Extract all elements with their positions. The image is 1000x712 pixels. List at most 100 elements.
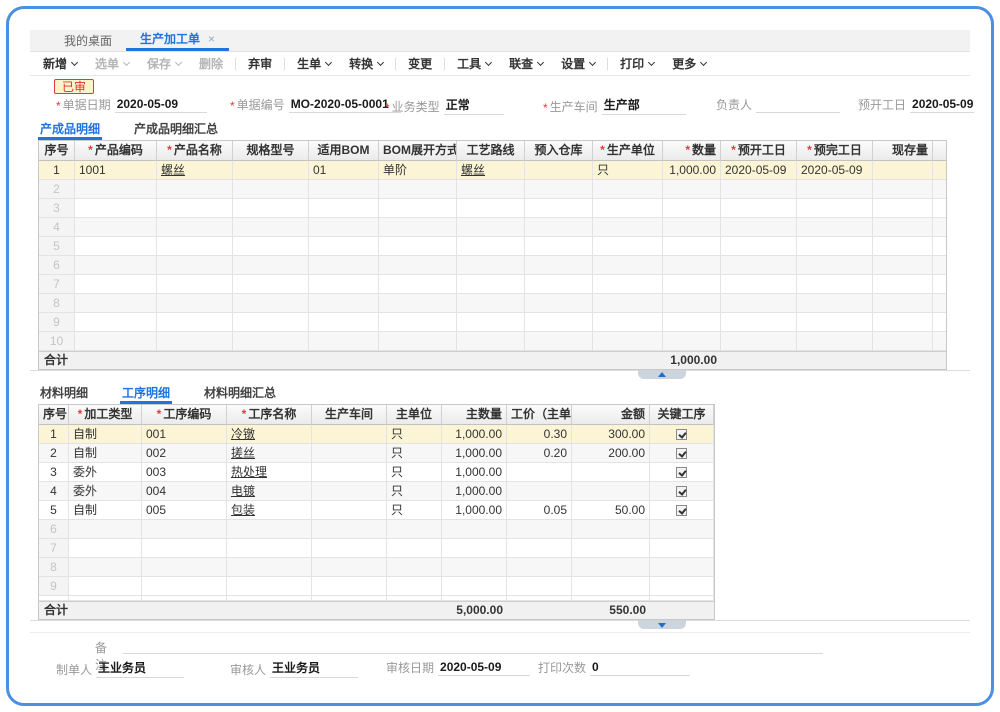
field-value[interactable] [756,98,840,113]
cell[interactable] [69,577,142,596]
tools-button[interactable]: 工具 [457,55,491,72]
cell[interactable]: 2020-05-09 [721,161,797,180]
cell[interactable] [650,501,714,520]
cell[interactable] [75,256,157,275]
cell[interactable] [593,180,663,199]
cell[interactable] [75,180,157,199]
column-header[interactable]: *产品编码 [75,141,157,161]
cell[interactable] [233,180,309,199]
cell[interactable] [650,520,714,539]
cell[interactable] [457,275,525,294]
cell[interactable] [663,180,721,199]
field-value[interactable]: 王业务员 [96,659,184,678]
cell[interactable] [69,539,142,558]
cell[interactable] [593,332,663,351]
cell[interactable] [593,218,663,237]
cell[interactable] [507,558,572,577]
cell[interactable] [312,577,387,596]
field-value[interactable]: 正常 [444,96,504,115]
cell[interactable] [873,313,933,332]
cell[interactable]: 1,000.00 [442,463,507,482]
cell[interactable] [933,199,947,218]
cell[interactable] [650,539,714,558]
cell[interactable] [797,256,873,275]
column-header[interactable]: *工序名称 [227,405,312,425]
cell[interactable] [721,180,797,199]
cell[interactable] [312,539,387,558]
cell[interactable]: 只 [387,482,442,501]
cell[interactable] [663,332,721,351]
row-number-cell[interactable]: 8 [39,294,75,313]
column-header[interactable]: 关键工序 [650,405,714,425]
cell[interactable] [309,218,379,237]
key-process-checkbox[interactable] [676,429,687,440]
cell[interactable] [457,332,525,351]
cell[interactable] [721,313,797,332]
cell[interactable]: 只 [387,444,442,463]
cell[interactable] [933,332,947,351]
field-value[interactable]: 生产部 [602,96,686,115]
cell[interactable] [797,294,873,313]
key-process-checkbox[interactable] [676,486,687,497]
tab-product-summary[interactable]: 产成品明细汇总 [132,118,220,140]
cell[interactable] [227,539,312,558]
cell[interactable] [312,425,387,444]
column-header[interactable]: 适用BOM [309,141,379,161]
cell[interactable] [933,161,947,180]
cell[interactable]: 50.00 [572,501,650,520]
cell[interactable] [233,275,309,294]
tab-process-detail[interactable]: 工序明细 [120,382,172,404]
cell[interactable] [663,199,721,218]
cell[interactable] [75,237,157,256]
cell[interactable] [157,332,233,351]
cell[interactable] [663,275,721,294]
cell[interactable]: 0.05 [507,501,572,520]
cell[interactable] [721,332,797,351]
cell[interactable] [312,482,387,501]
cell[interactable] [157,275,233,294]
cell[interactable]: 1,000.00 [663,161,721,180]
cell-link[interactable]: 螺丝 [161,163,185,177]
cell[interactable]: 委外 [69,463,142,482]
close-icon[interactable]: × [208,32,215,46]
cell[interactable]: 自制 [69,444,142,463]
cell[interactable] [933,256,947,275]
cell[interactable] [379,332,457,351]
column-header[interactable]: 现 [933,141,947,161]
cell[interactable] [650,463,714,482]
cell-link[interactable]: 搓丝 [231,446,255,460]
cell[interactable] [507,539,572,558]
cell[interactable] [873,180,933,199]
cell[interactable]: 螺丝 [457,161,525,180]
cell[interactable] [507,463,572,482]
cell[interactable] [721,199,797,218]
row-number-cell[interactable]: 7 [39,275,75,294]
cell[interactable]: 001 [142,425,227,444]
column-header[interactable]: *预完工日 [797,141,873,161]
cell[interactable] [525,161,593,180]
cell[interactable] [233,332,309,351]
row-number-cell[interactable]: 2 [39,444,69,463]
cell[interactable] [157,294,233,313]
cell[interactable]: 单阶 [379,161,457,180]
cell[interactable] [525,218,593,237]
cell[interactable] [75,218,157,237]
print-button[interactable]: 打印 [620,55,654,72]
column-header[interactable]: 工价（主单位） [507,405,572,425]
cell[interactable]: 螺丝 [157,161,233,180]
cell[interactable] [142,558,227,577]
cell[interactable] [312,444,387,463]
row-number-cell[interactable]: 6 [39,256,75,275]
cell[interactable] [309,237,379,256]
field-value[interactable]: MO-2020-05-0001 [289,97,401,113]
remark-input[interactable] [123,639,823,654]
column-header[interactable]: 现存量 [873,141,933,161]
cell[interactable] [873,256,933,275]
column-header[interactable]: 规格型号 [233,141,309,161]
cell[interactable] [157,313,233,332]
tab-material-detail[interactable]: 材料明细 [38,382,90,404]
cell[interactable] [507,482,572,501]
splitter-collapse-handle[interactable] [638,620,686,629]
cell[interactable] [75,294,157,313]
cell[interactable] [227,558,312,577]
